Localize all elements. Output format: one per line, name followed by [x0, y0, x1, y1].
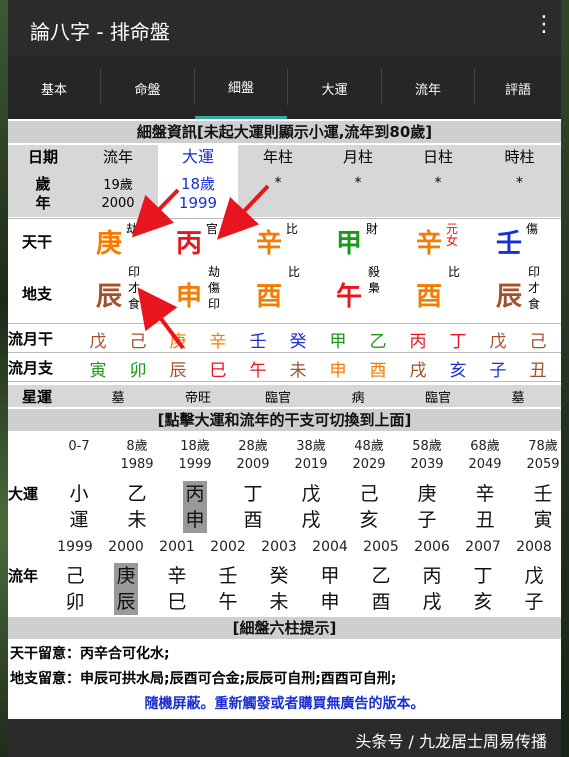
- arrow-2: [216, 184, 270, 240]
- arrow-1: [131, 188, 180, 238]
- annotation-arrows: [131, 184, 270, 350]
- arrow-3: [137, 287, 185, 350]
